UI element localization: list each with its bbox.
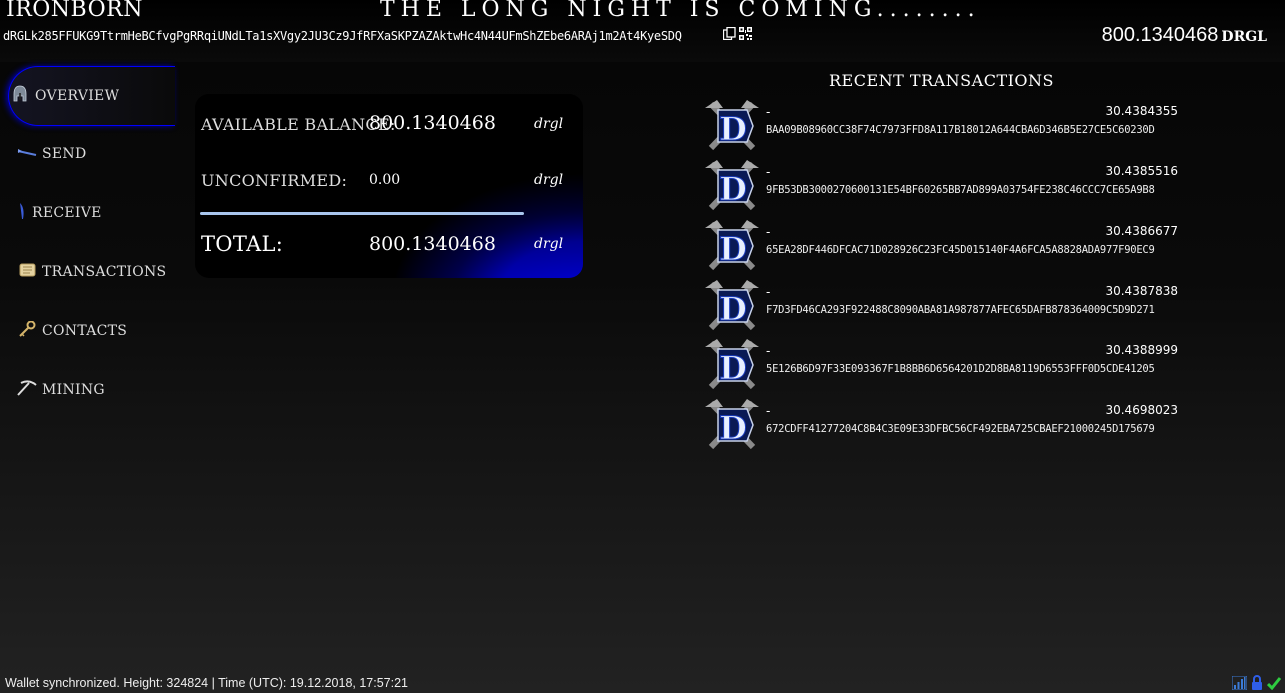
transaction-amount: 30.4386677 [1105,224,1178,238]
copy-icon[interactable] [722,26,736,43]
svg-text:D: D [719,409,747,447]
pickaxe-icon [16,380,38,400]
qr-code-icon[interactable] [739,27,752,43]
total-value: 800.1340468 [369,233,496,255]
transaction-label: - [766,164,771,179]
arrow-icon [16,146,38,162]
transaction-label: - [766,343,771,358]
unconfirmed-currency: drgl [534,172,564,188]
sidebar: OVERVIEW SEND RECEIVE TRANSACTIONS CONTA… [0,62,175,662]
transaction-amount: 30.4384355 [1105,104,1178,118]
transaction-hash: 9FB53DB3000270600131E54BF60265BB7AD899A0… [766,184,1155,196]
sidebar-item-overview[interactable]: OVERVIEW [8,66,175,126]
available-balance-value: 800.1340468 [369,112,496,134]
transaction-hash: BAA09B08960CC38F74C7973FFD8A117B18012A64… [766,124,1155,136]
scroll-icon [16,263,38,281]
dragonglass-logo-icon: D [703,158,761,214]
dragonglass-logo-icon: D [703,337,761,393]
sidebar-item-label: OVERVIEW [35,88,120,104]
transaction-label: - [766,104,771,119]
transaction-hash: 65EA28DF446DFCAC71D028926C23FC45D015140F… [766,244,1155,256]
header-balance-value: 800.1340468 [1101,24,1219,46]
divider [200,212,524,215]
transaction-label: - [766,224,771,239]
header: IRONBORN THE LONG NIGHT IS COMING.......… [0,0,1285,62]
status-icons [1231,675,1282,693]
sidebar-item-label: RECEIVE [32,205,102,221]
transaction-row[interactable]: D - 30.4386677 65EA28DF446DFCAC71D028926C23… [703,218,1183,274]
header-balance-currency: DRGL [1221,29,1267,45]
transaction-row[interactable]: D - 30.4384355 BAA09B08960CC38F74C7973FFD8A… [703,98,1183,154]
svg-text:D: D [719,110,747,148]
wallet-address: dRGLk285FFUKG9TtrmHeBCfvgPgRRqiUNdLTa1sX… [3,29,682,43]
transaction-amount: 30.4388999 [1105,343,1178,357]
sidebar-item-label: CONTACTS [42,323,128,339]
svg-text:D: D [719,349,747,387]
svg-text:D: D [719,170,747,208]
dragonglass-logo-icon: D [703,98,761,154]
transaction-row[interactable]: D - 30.4387838 F7D3FD46CA293F922488C8090ABA… [703,278,1183,334]
transaction-hash: F7D3FD46CA293F922488C8090ABA81A987877AFE… [766,304,1155,316]
lock-icon [1251,675,1263,693]
total-label: TOTAL: [201,232,284,256]
slogan: THE LONG NIGHT IS COMING........ [380,0,981,22]
sidebar-item-receive[interactable]: RECEIVE [16,184,182,242]
app-brand: IRONBORN [6,0,143,22]
available-balance-label: AVAILABLE BALANCE: [201,115,396,134]
sidebar-item-mining[interactable]: MINING [16,361,182,419]
helmet-icon [9,85,31,107]
address-actions [722,26,752,43]
transaction-row[interactable]: D - 30.4698023 672CDFF41277204C8B4C3E09E33D… [703,397,1183,453]
svg-text:D: D [719,290,747,328]
transaction-amount: 30.4698023 [1105,403,1178,417]
status-text: Wallet synchronized. Height: 324824 | Ti… [5,676,409,690]
dragonglass-logo-icon: D [703,278,761,334]
balance-card: AVAILABLE BALANCE: 800.1340468 drgl UNCO… [195,94,583,278]
sidebar-item-send[interactable]: SEND [16,125,182,183]
recent-transactions-title: RECENT TRANSACTIONS [829,71,1055,90]
key-icon [16,320,38,341]
sidebar-item-label: TRANSACTIONS [42,264,167,280]
sidebar-item-contacts[interactable]: CONTACTS [16,302,182,360]
transaction-label: - [766,284,771,299]
sidebar-item-label: SEND [42,146,87,162]
transaction-hash: 672CDFF41277204C8B4C3E09E33DFBC56CF492EB… [766,423,1155,435]
unconfirmed-label: UNCONFIRMED: [201,171,348,190]
transaction-row[interactable]: D - 30.4385516 9FB53DB3000270600131E54BF602… [703,158,1183,214]
dragonglass-logo-icon: D [703,218,761,274]
transaction-amount: 30.4385516 [1105,164,1178,178]
feather-icon [16,202,28,224]
dragonglass-logo-icon: D [703,397,761,453]
signal-icon [1231,675,1248,693]
svg-text:D: D [719,230,747,268]
sidebar-item-label: MINING [42,382,105,398]
transaction-label: - [766,403,771,418]
transaction-hash: 5E126B6D97F33E093367F1B8BB6D6564201D2D8B… [766,363,1155,375]
sidebar-item-transactions[interactable]: TRANSACTIONS [16,243,182,301]
transaction-amount: 30.4387838 [1105,284,1178,298]
header-balance: 800.1340468 DRGL [1102,24,1267,47]
total-currency: drgl [534,236,564,252]
transaction-row[interactable]: D - 30.4388999 5E126B6D97F33E093367F1B8BB6D… [703,337,1183,393]
unconfirmed-value: 0.00 [369,172,401,188]
available-balance-currency: drgl [534,116,564,132]
checkmark-icon [1266,677,1282,693]
status-bar: Wallet synchronized. Height: 324824 | Ti… [0,674,1285,693]
